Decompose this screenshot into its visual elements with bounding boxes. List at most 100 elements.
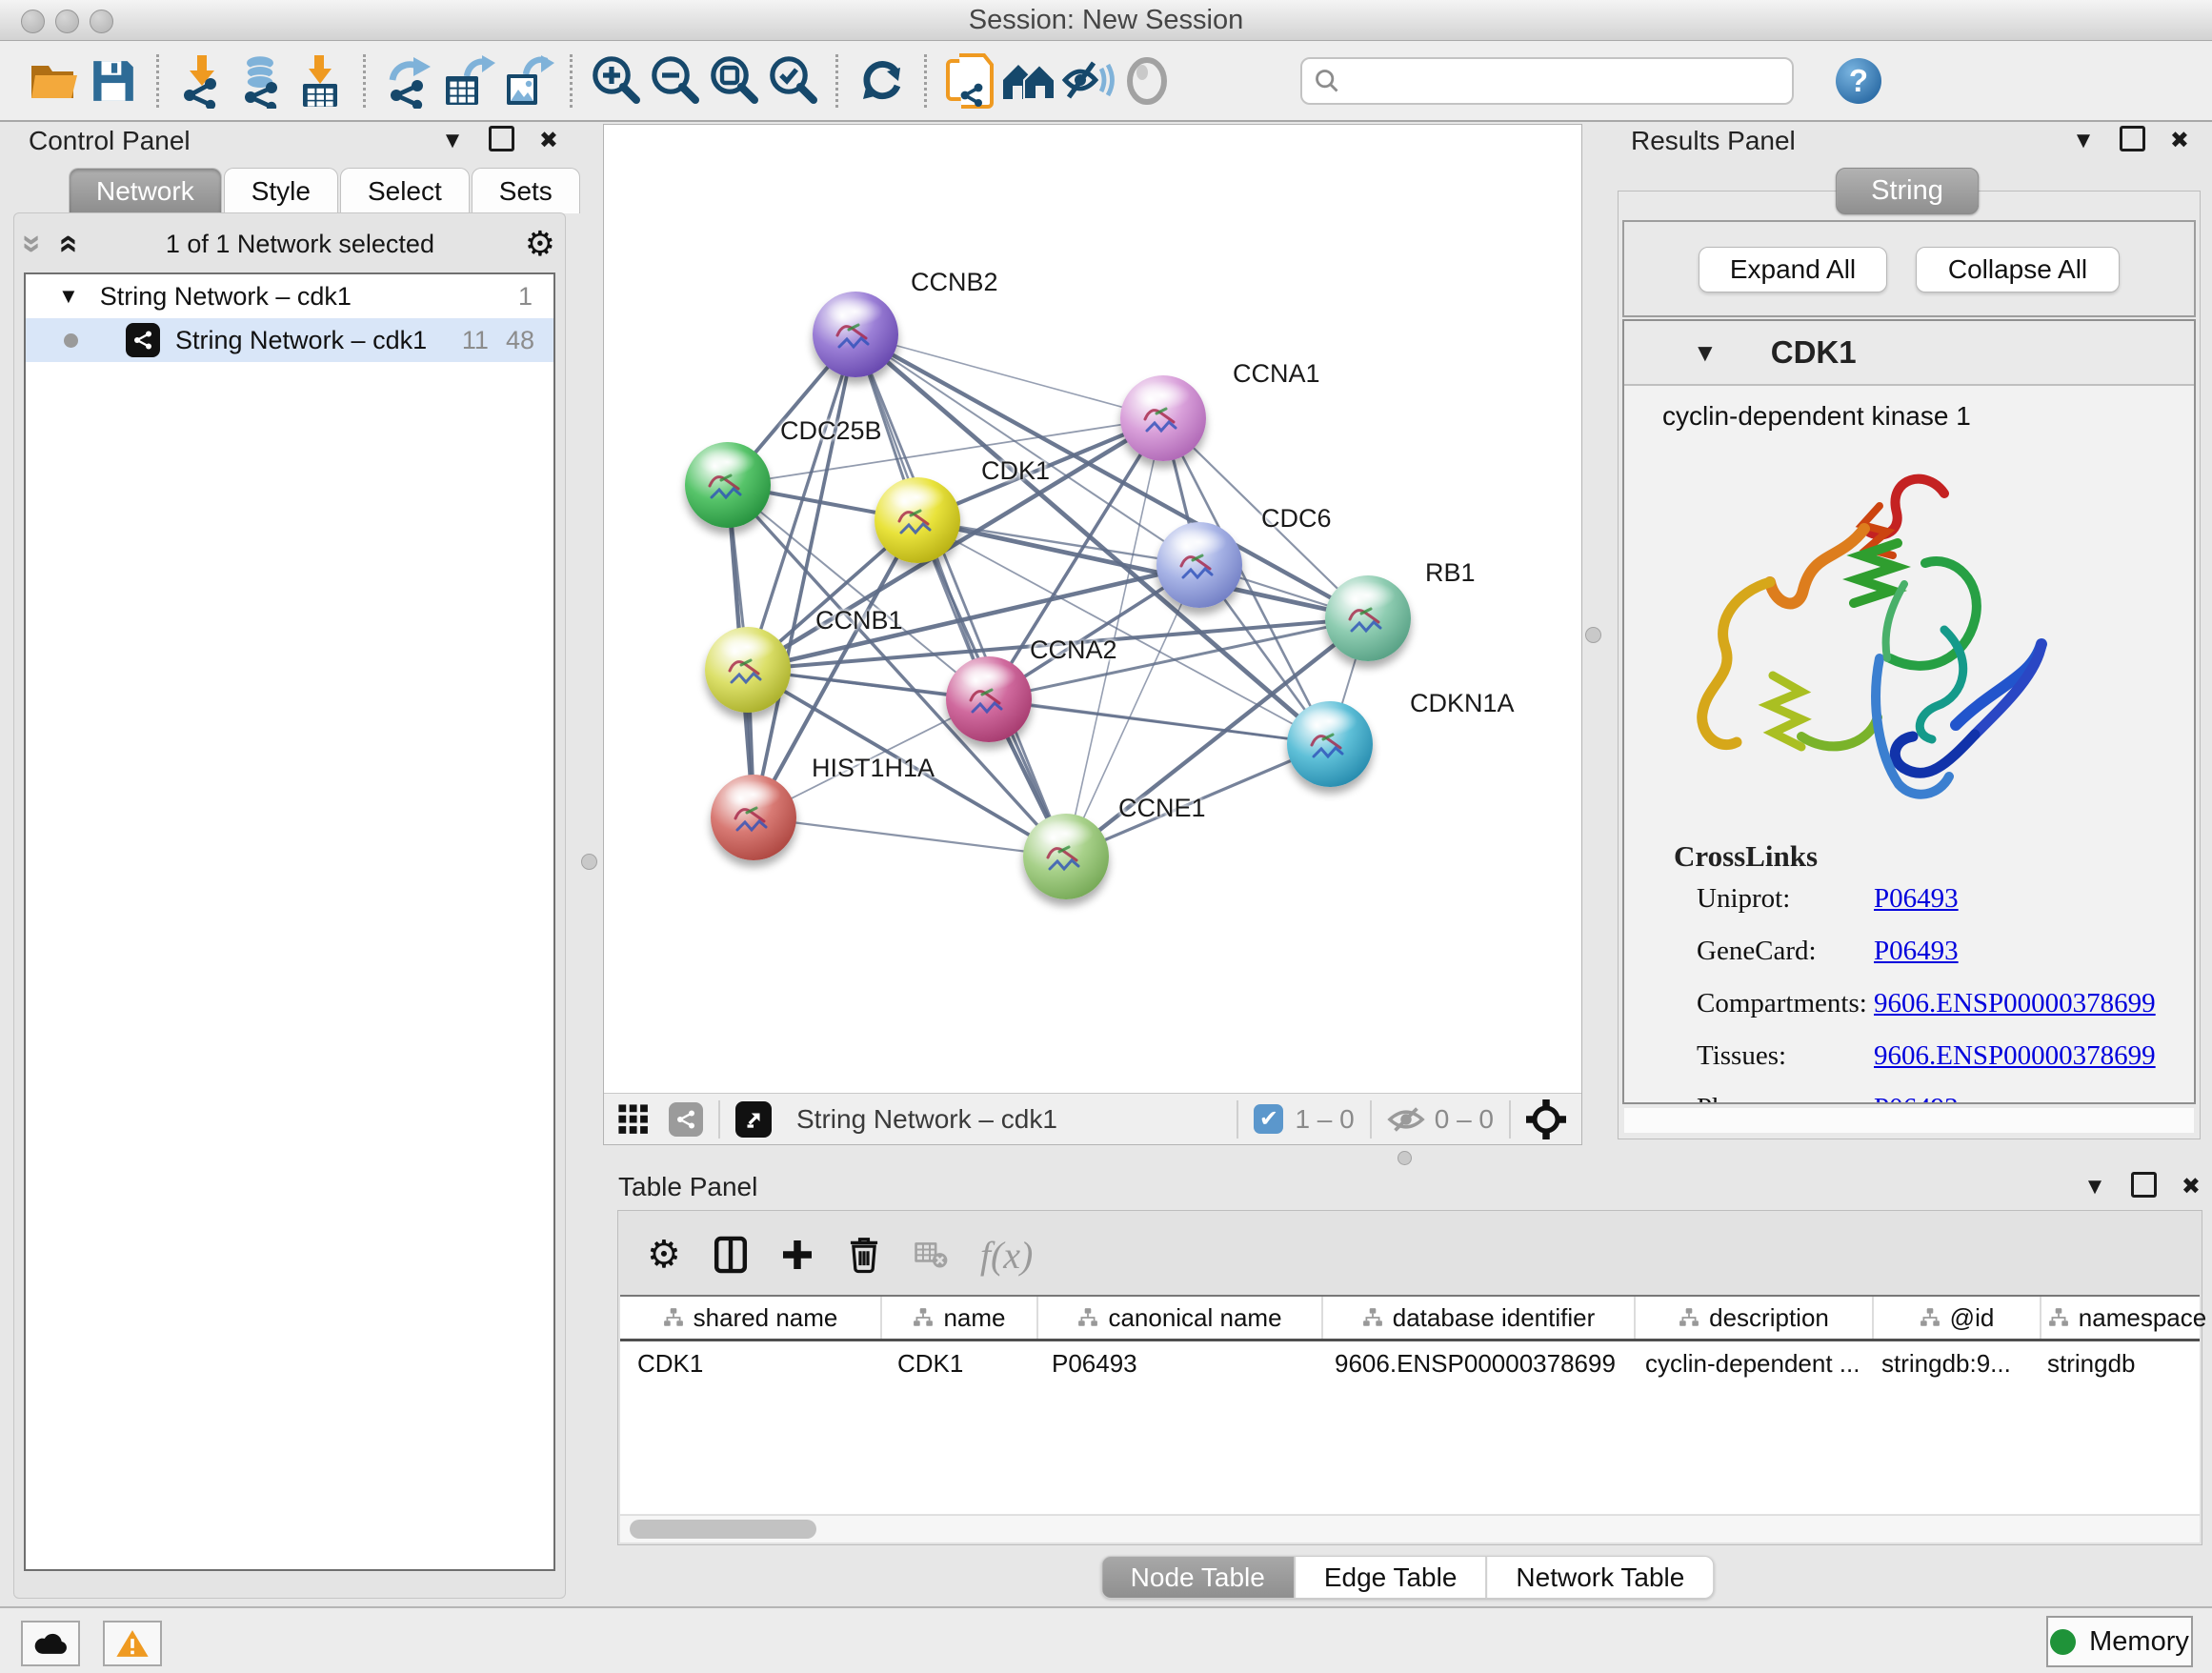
- export-image-button[interactable]: [497, 52, 556, 110]
- network-canvas[interactable]: CCNB2 CCNA1 CDC25B CDK1 CDC6 RB1 CCNB1 C…: [604, 125, 1579, 1093]
- hidden-eye-icon[interactable]: [1387, 1104, 1425, 1135]
- toolbar-separator: [924, 54, 927, 108]
- network-node-CDK1[interactable]: [875, 477, 960, 563]
- crosslink-pharos-link[interactable]: P06493: [1874, 1093, 1959, 1104]
- toolbar-separator: [835, 54, 838, 108]
- import-network-file-button[interactable]: [172, 52, 231, 110]
- string-import-button[interactable]: [940, 52, 999, 110]
- tab-network-table[interactable]: Network Table: [1486, 1556, 1714, 1599]
- collapse-all-button[interactable]: Collapse All: [1916, 247, 2120, 292]
- panel-close-icon[interactable]: ✖: [2170, 130, 2189, 152]
- add-column-icon[interactable]: [780, 1238, 814, 1272]
- panel-collapse-icon[interactable]: ▼: [2083, 1176, 2106, 1199]
- network-node-CDC25B[interactable]: [685, 442, 771, 528]
- network-share-icon[interactable]: [669, 1102, 703, 1137]
- table-cell[interactable]: stringdb: [2030, 1341, 2202, 1385]
- table-cell[interactable]: stringdb:9...: [1864, 1341, 2030, 1385]
- export-table-button[interactable]: [438, 52, 497, 110]
- table-options-gear-icon[interactable]: ⚙: [647, 1236, 681, 1274]
- network-edge[interactable]: [754, 817, 1066, 857]
- import-table-button[interactable]: [291, 52, 350, 110]
- grid-view-icon[interactable]: [617, 1103, 650, 1136]
- export-network-button[interactable]: [379, 52, 438, 110]
- refresh-view-button[interactable]: [852, 52, 911, 110]
- network-node-CCNB1[interactable]: [705, 627, 791, 713]
- network-node-CDC6[interactable]: [1156, 522, 1242, 608]
- table-cell[interactable]: P06493: [1035, 1341, 1317, 1385]
- collapse-triangle-icon[interactable]: ▼: [1693, 338, 1718, 368]
- warnings-button[interactable]: [103, 1621, 162, 1666]
- table-cell[interactable]: cyclin-dependent ...: [1628, 1341, 1864, 1385]
- panel-collapse-icon[interactable]: ▼: [2072, 130, 2095, 152]
- network-node-HIST1H1A[interactable]: [711, 775, 796, 860]
- network-edge[interactable]: [917, 520, 1368, 618]
- memory-button[interactable]: Memory: [2046, 1616, 2193, 1667]
- search-input[interactable]: [1350, 65, 1780, 96]
- network-node-CCNA1[interactable]: [1120, 375, 1206, 461]
- crosslink-compartments-link[interactable]: 9606.ENSP00000378699: [1874, 988, 2156, 1019]
- network-edge[interactable]: [989, 699, 1330, 744]
- network-node-CCNE1[interactable]: [1023, 814, 1109, 899]
- network-options-gear-icon[interactable]: ⚙: [525, 227, 555, 261]
- network-node-RB1[interactable]: [1325, 575, 1411, 661]
- column-header-namespace[interactable]: namespace: [2041, 1297, 2212, 1339]
- show-columns-icon[interactable]: [714, 1236, 748, 1274]
- network-node-CCNA2[interactable]: [946, 656, 1032, 742]
- panel-float-icon[interactable]: [489, 126, 514, 156]
- table-row[interactable]: CDK1CDK1P064939606.ENSP00000378699cyclin…: [620, 1341, 2200, 1385]
- tab-node-table[interactable]: Node Table: [1101, 1556, 1295, 1599]
- bottom-splitter-handle[interactable]: [1398, 1151, 1412, 1165]
- left-splitter-handle[interactable]: [581, 854, 597, 870]
- tab-select[interactable]: Select: [340, 168, 470, 213]
- right-splitter-handle[interactable]: [1585, 627, 1601, 643]
- home-networks-icon[interactable]: [999, 52, 1058, 110]
- column-header-shared-name[interactable]: shared name: [620, 1297, 882, 1339]
- zoom-in-button[interactable]: [586, 52, 645, 110]
- network-node-CCNB2[interactable]: [813, 292, 898, 377]
- crosslink-tissues-link[interactable]: 9606.ENSP00000378699: [1874, 1040, 2156, 1072]
- table-hscrollbar[interactable]: [620, 1515, 2200, 1542]
- tab-edge-table[interactable]: Edge Table: [1295, 1556, 1487, 1599]
- expand-all-button[interactable]: Expand All: [1699, 247, 1887, 292]
- table-cell[interactable]: CDK1: [880, 1341, 1035, 1385]
- collapse-triangle-icon[interactable]: ▼: [58, 284, 79, 309]
- fit-content-crosshair-icon[interactable]: [1526, 1099, 1566, 1139]
- panel-close-icon[interactable]: ✖: [539, 130, 558, 152]
- results-scrollbar-track[interactable]: [1624, 1108, 2194, 1133]
- panel-float-icon[interactable]: [2131, 1172, 2157, 1202]
- panel-close-icon[interactable]: ✖: [2182, 1176, 2201, 1199]
- column-header-name[interactable]: name: [882, 1297, 1038, 1339]
- help-button[interactable]: ?: [1836, 58, 1881, 104]
- column-header-database-identifier[interactable]: database identifier: [1323, 1297, 1636, 1339]
- network-row[interactable]: String Network – cdk1 11 48: [26, 318, 553, 362]
- network-collection-row[interactable]: ▼ String Network – cdk1 1: [26, 274, 553, 318]
- crosslink-genecard-link[interactable]: P06493: [1874, 936, 1959, 967]
- column-header-canonical-name[interactable]: canonical name: [1038, 1297, 1323, 1339]
- toolbar-search: [1300, 57, 1794, 105]
- column-header-description[interactable]: description: [1636, 1297, 1874, 1339]
- table-cell[interactable]: CDK1: [620, 1341, 880, 1385]
- network-node-CDKN1A[interactable]: [1287, 701, 1373, 787]
- zoom-out-button[interactable]: [645, 52, 704, 110]
- tab-string[interactable]: String: [1836, 168, 1979, 214]
- tab-style[interactable]: Style: [224, 168, 338, 213]
- zoom-selected-button[interactable]: [763, 52, 822, 110]
- table-cell[interactable]: 9606.ENSP00000378699: [1317, 1341, 1628, 1385]
- save-session-button[interactable]: [84, 52, 143, 110]
- panel-collapse-icon[interactable]: ▼: [441, 130, 464, 152]
- birds-eye-view-icon[interactable]: [735, 1101, 772, 1138]
- delete-column-icon[interactable]: [847, 1236, 881, 1274]
- gene-section-header[interactable]: ▼ CDK1: [1624, 321, 2194, 386]
- tab-network[interactable]: Network: [69, 168, 222, 213]
- crosslink-uniprot-link[interactable]: P06493: [1874, 883, 1959, 915]
- import-network-database-button[interactable]: [231, 52, 291, 110]
- panel-float-icon[interactable]: [2120, 126, 2145, 156]
- zoom-fit-button[interactable]: [704, 52, 763, 110]
- selected-checkbox-icon[interactable]: ✔: [1254, 1104, 1283, 1134]
- open-session-button[interactable]: [25, 52, 84, 110]
- automation-cloud-button[interactable]: [21, 1621, 80, 1666]
- column-header--id[interactable]: @id: [1874, 1297, 2041, 1339]
- network-edge[interactable]: [754, 334, 855, 817]
- tab-sets[interactable]: Sets: [472, 168, 580, 213]
- hide-show-graphics-icon[interactable]: [1058, 52, 1117, 110]
